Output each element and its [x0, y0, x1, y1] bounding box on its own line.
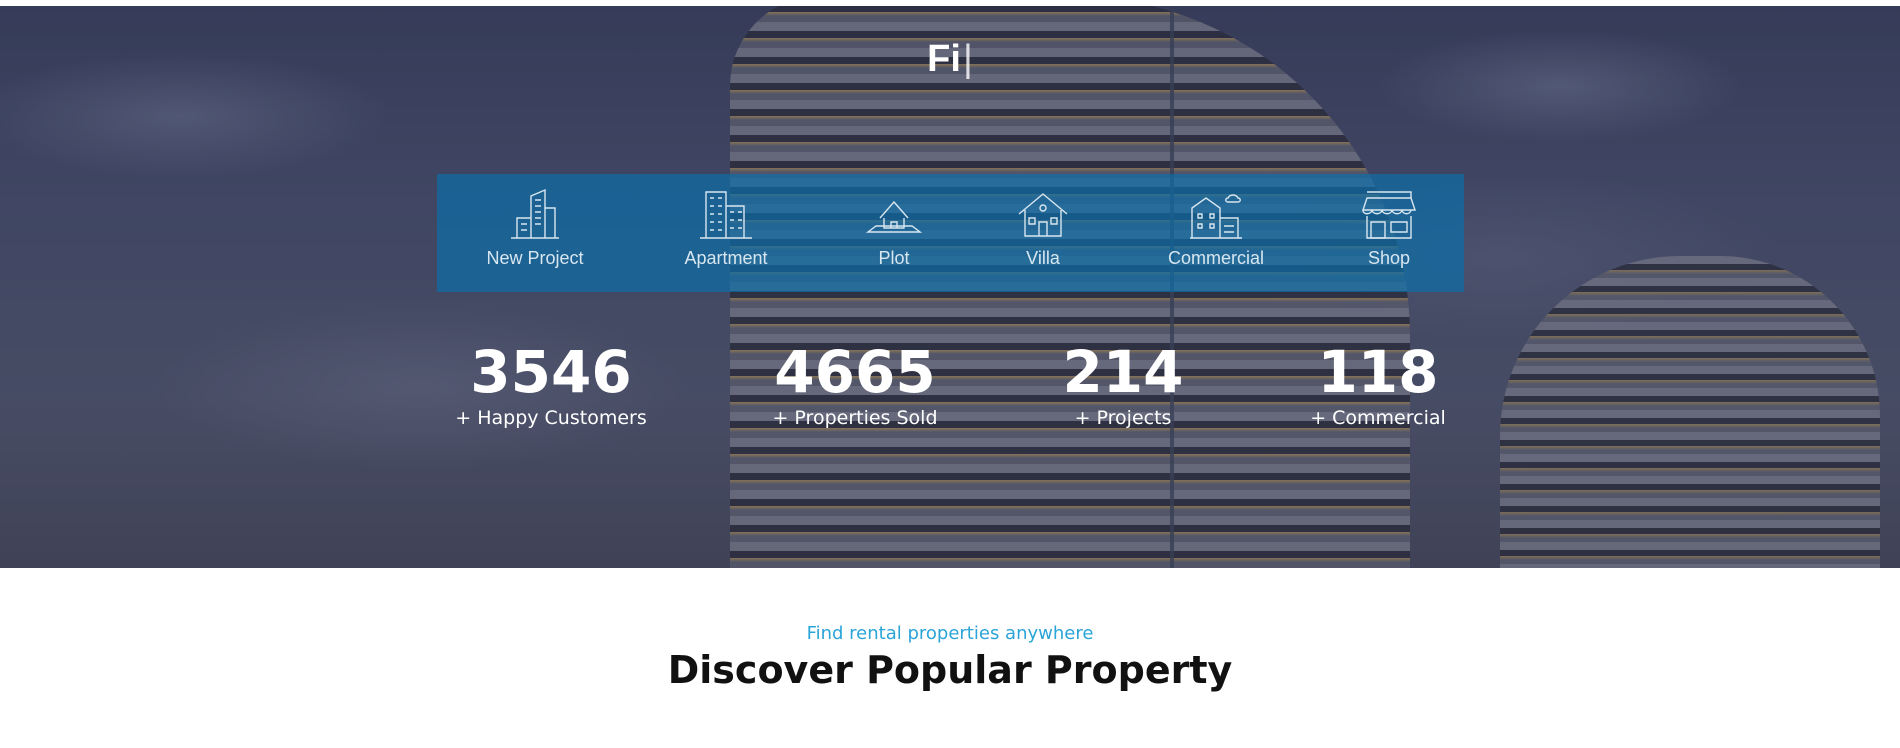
category-shop[interactable]: Shop: [1319, 174, 1459, 292]
plot-house-icon: [865, 188, 923, 240]
stat-number: 118: [1317, 338, 1439, 406]
category-label: New Project: [486, 248, 584, 268]
hero-typed-title: Fi|: [0, 38, 1900, 81]
commercial-building-icon: [1188, 188, 1244, 240]
new-project-building-icon: [507, 188, 563, 240]
stat-label: + Projects: [1074, 407, 1172, 429]
typed-text: Fi: [927, 38, 961, 80]
category-label: Shop: [1367, 248, 1411, 268]
stat-projects: 214 + Projects: [993, 338, 1253, 430]
stat-happy-customers: 3546 + Happy Customers: [421, 338, 681, 430]
shop-storefront-icon: [1361, 188, 1417, 240]
hero-banner: Fi| New Project Apartment Plot Villa Com…: [0, 6, 1900, 568]
property-category-bar: New Project Apartment Plot Villa Commerc…: [437, 174, 1464, 292]
stat-properties-sold: 4665 + Properties Sold: [725, 338, 985, 430]
category-label: Commercial: [1167, 248, 1264, 268]
category-label: Apartment: [684, 248, 768, 268]
apartment-building-icon: [698, 188, 754, 240]
category-villa[interactable]: Villa: [973, 174, 1113, 292]
stat-number: 4665: [774, 338, 936, 406]
section-title: Discover Popular Property: [667, 648, 1233, 692]
category-new-project[interactable]: New Project: [465, 174, 605, 292]
stat-label: + Commercial: [1310, 407, 1446, 429]
stat-label: + Properties Sold: [772, 407, 938, 429]
stat-number: 214: [1062, 338, 1184, 406]
stat-number: 3546: [470, 338, 632, 406]
category-apartment[interactable]: Apartment: [656, 174, 796, 292]
category-commercial[interactable]: Commercial: [1146, 174, 1286, 292]
stat-label: + Happy Customers: [455, 407, 647, 429]
section-subtitle: Find rental properties anywhere: [806, 623, 1094, 644]
category-label: Villa: [1026, 248, 1060, 268]
stat-commercial: 118 + Commercial: [1248, 338, 1508, 430]
villa-icon: [1015, 188, 1071, 240]
category-plot[interactable]: Plot: [824, 174, 964, 292]
typing-cursor: |: [962, 38, 973, 80]
category-label: Plot: [878, 248, 910, 268]
